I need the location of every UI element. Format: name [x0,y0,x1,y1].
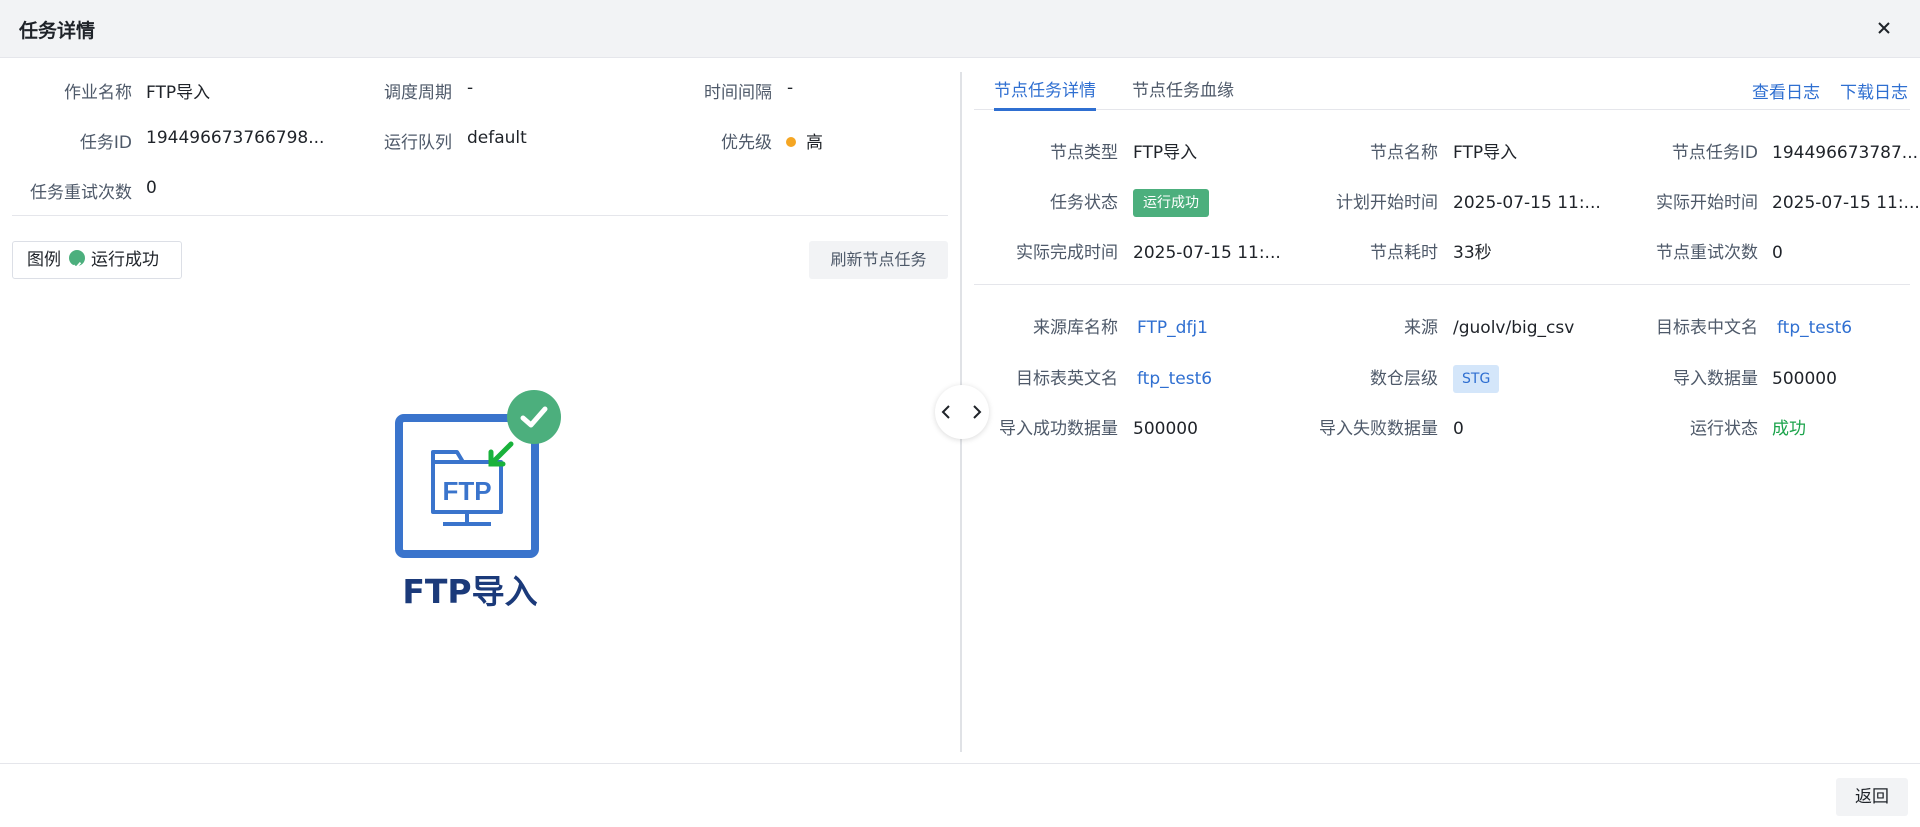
target-en-label: 目标表英文名 [1016,369,1118,389]
node-tabs: 节点任务详情 节点任务血缘 查看日志 下载日志 [974,68,1910,111]
import-fail-label: 导入失败数据量 [1319,419,1438,439]
interval-value: - [787,78,794,98]
source-label: 来源 [1404,318,1438,338]
actual-end-label: 实际完成时间 [1016,243,1118,263]
queue-label: 运行队列 [384,133,452,153]
priority-value: 高 [786,128,823,153]
node-type-label: 节点类型 [1050,143,1118,163]
source-value: /guolv/big_csv [1453,318,1575,338]
plan-start-value: 2025-07-15 11:... [1453,193,1601,213]
job-name-label: 作业名称 [64,83,132,103]
interval-label: 时间间隔 [704,83,772,103]
run-status-label: 运行状态 [1690,419,1758,439]
tab-node-task-detail[interactable]: 节点任务详情 [994,76,1096,101]
node-task-id-label: 节点任务ID [1671,143,1758,163]
import-count-value: 500000 [1772,369,1837,389]
import-ok-label: 导入成功数据量 [999,419,1118,439]
task-id-value: 194496673766798... [146,128,325,148]
priority-dot-icon [786,137,796,147]
target-cn-label: 目标表中文名 [1656,318,1758,338]
run-status-value: 成功 [1772,419,1806,439]
actual-end-value: 2025-07-15 11:... [1133,243,1281,263]
success-check-icon [507,390,561,444]
schedule-label: 调度周期 [384,83,452,103]
task-status-badge: 运行成功 [1133,189,1209,217]
target-en-link[interactable]: ftp_test6 [1137,367,1212,391]
download-log-link[interactable]: 下载日志 [1840,78,1908,103]
node-retry-value: 0 [1772,243,1783,263]
active-tab-underline [994,108,1096,111]
legend-label: 图例 [27,250,61,270]
duration-value: 33秒 [1453,243,1492,263]
left-panel: 作业名称 FTP导入 调度周期 - 时间间隔 - 任务ID 1944966737… [0,58,960,763]
priority-text: 高 [806,133,823,153]
task-id-label: 任务ID [79,133,132,153]
section-divider [974,284,1910,285]
node-name-label: 节点名称 [1370,143,1438,163]
dialog-footer: 返回 [0,763,1920,827]
node-task-id-value: 194496673787... [1772,143,1919,163]
job-name-value: FTP导入 [146,83,211,103]
ftp-import-node[interactable]: FTP FTP导入 [390,390,570,611]
task-status-label: 任务状态 [1050,193,1118,213]
source-db-label: 来源库名称 [1033,318,1118,338]
check-circle-icon [69,250,85,269]
retry-value: 0 [146,178,157,198]
node-type-value: FTP导入 [1133,143,1198,163]
layer-label: 数仓层级 [1370,369,1438,389]
tab-node-task-lineage[interactable]: 节点任务血缘 [1132,76,1234,101]
schedule-value: - [467,78,474,98]
back-button[interactable]: 返回 [1836,778,1908,816]
retry-label: 任务重试次数 [30,183,132,203]
source-db-link[interactable]: FTP_dfj1 [1137,316,1208,340]
duration-label: 节点耗时 [1370,243,1438,263]
node-icon-text: FTP [442,476,491,506]
close-icon[interactable] [1872,16,1896,40]
layer-badge: STG [1453,365,1500,393]
divider-line [12,215,948,216]
import-ok-value: 500000 [1133,419,1198,439]
import-count-label: 导入数据量 [1673,369,1758,389]
actual-start-label: 实际开始时间 [1656,193,1758,213]
import-fail-value: 0 [1453,419,1464,439]
plan-start-label: 计划开始时间 [1336,193,1438,213]
target-cn-link[interactable]: ftp_test6 [1777,316,1852,340]
dialog-header: 任务详情 [0,0,1920,58]
queue-value: default [467,128,527,148]
chevron-left-icon[interactable] [935,400,959,424]
node-name-value: FTP导入 [1453,143,1518,163]
node-retry-label: 节点重试次数 [1656,243,1758,263]
legend-box: 图例 运行成功 [12,241,182,279]
node-label: FTP导入 [402,572,538,611]
dialog-title: 任务详情 [19,20,96,42]
actual-start-value: 2025-07-15 11:... [1772,193,1920,213]
priority-label: 优先级 [721,133,772,153]
refresh-node-task-button[interactable]: 刷新节点任务 [809,241,948,279]
view-log-link[interactable]: 查看日志 [1752,78,1820,103]
legend-status: 运行成功 [91,250,159,270]
